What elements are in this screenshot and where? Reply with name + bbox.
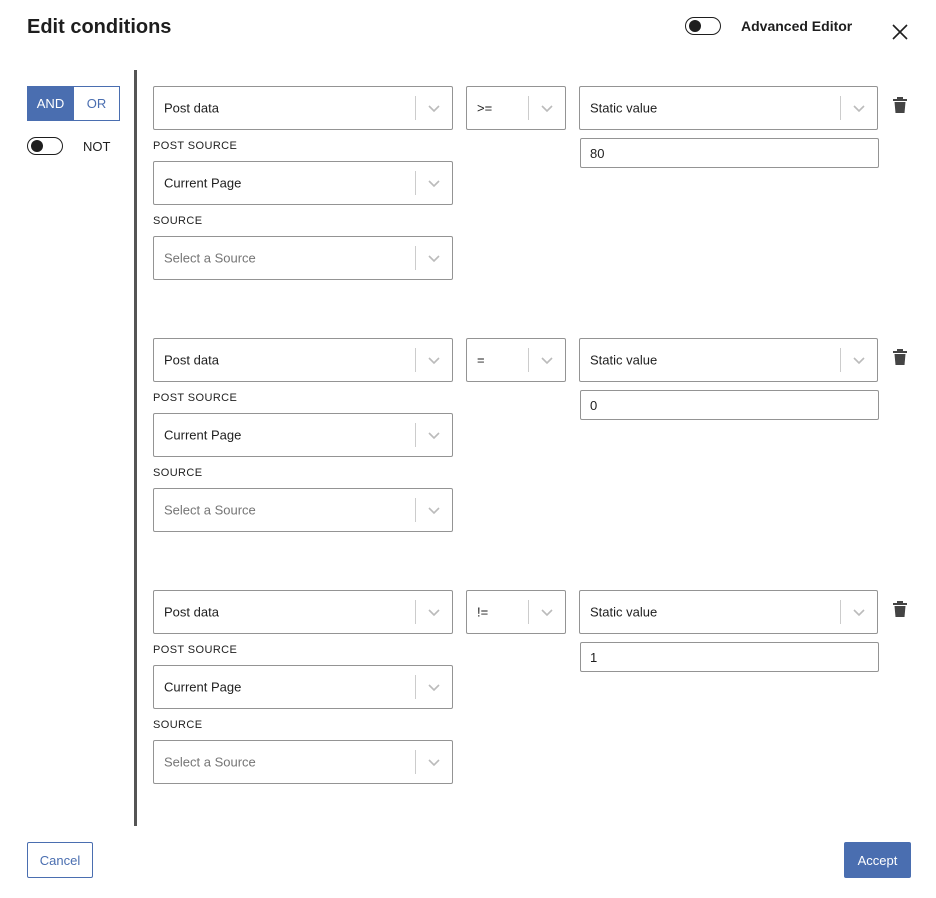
advanced-editor-toggle[interactable] — [685, 17, 721, 35]
condition-group-divider — [134, 70, 137, 826]
chevron-down-icon — [428, 105, 440, 113]
post-source-label: POST SOURCE — [153, 392, 238, 404]
select-separator — [415, 96, 416, 120]
trash-icon — [893, 349, 907, 365]
chevron-down-icon — [428, 759, 440, 767]
post-source-select[interactable]: Current Page — [153, 413, 453, 457]
chevron-down-icon — [853, 609, 865, 617]
not-toggle[interactable] — [27, 137, 63, 155]
chevron-down-icon — [541, 357, 553, 365]
condition-value-input[interactable] — [580, 138, 879, 168]
select-value: Post data — [164, 100, 219, 116]
chevron-down-icon — [541, 609, 553, 617]
advanced-editor-label: Advanced Editor — [741, 18, 853, 34]
toggle-knob — [689, 20, 701, 32]
select-value: Static value — [590, 100, 658, 116]
condition-operator-select[interactable]: >= — [466, 86, 566, 130]
select-separator — [415, 498, 416, 522]
select-separator — [415, 423, 416, 447]
source-label: SOURCE — [153, 215, 203, 227]
select-value: = — [477, 352, 485, 368]
select-value: != — [477, 604, 489, 620]
post-source-label: POST SOURCE — [153, 140, 238, 152]
select-separator — [840, 600, 841, 624]
select-separator — [415, 171, 416, 195]
select-value: Current Page — [164, 175, 242, 191]
select-separator — [840, 96, 841, 120]
select-value: >= — [477, 100, 493, 116]
post-source-select[interactable]: Current Page — [153, 665, 453, 709]
select-value: Current Page — [164, 427, 242, 443]
condition-operator-select[interactable]: = — [466, 338, 566, 382]
chevron-down-icon — [541, 105, 553, 113]
cancel-button[interactable]: Cancel — [27, 842, 93, 878]
source-label: SOURCE — [153, 467, 203, 479]
select-placeholder: Select a Source — [164, 502, 256, 518]
source-label: SOURCE — [153, 719, 203, 731]
select-separator — [840, 348, 841, 372]
dialog-title: Edit conditions — [27, 16, 172, 38]
select-placeholder: Select a Source — [164, 754, 256, 770]
select-value: Post data — [164, 352, 219, 368]
post-source-select[interactable]: Current Page — [153, 161, 453, 205]
select-value: Current Page — [164, 679, 242, 695]
select-separator — [415, 348, 416, 372]
condition-field-select[interactable]: Post data — [153, 590, 453, 634]
chevron-down-icon — [428, 507, 440, 515]
select-separator — [415, 600, 416, 624]
chevron-down-icon — [853, 357, 865, 365]
delete-condition-button[interactable] — [892, 96, 908, 114]
trash-icon — [893, 601, 907, 617]
or-button[interactable]: OR — [74, 86, 120, 121]
source-select[interactable]: Select a Source — [153, 236, 453, 280]
select-separator — [528, 348, 529, 372]
condition-value-input[interactable] — [580, 390, 879, 420]
not-label: NOT — [83, 139, 111, 154]
trash-icon — [893, 97, 907, 113]
source-select[interactable]: Select a Source — [153, 740, 453, 784]
condition-field-select[interactable]: Post data — [153, 338, 453, 382]
condition-value-type-select[interactable]: Static value — [579, 86, 878, 130]
toggle-knob — [31, 140, 43, 152]
chevron-down-icon — [428, 684, 440, 692]
select-value: Post data — [164, 604, 219, 620]
chevron-down-icon — [428, 357, 440, 365]
logic-operator-group: AND OR — [27, 86, 120, 121]
chevron-down-icon — [853, 105, 865, 113]
condition-value-type-select[interactable]: Static value — [579, 590, 878, 634]
condition-field-select[interactable]: Post data — [153, 86, 453, 130]
and-button[interactable]: AND — [27, 86, 74, 121]
condition-operator-select[interactable]: != — [466, 590, 566, 634]
chevron-down-icon — [428, 432, 440, 440]
select-separator — [528, 96, 529, 120]
chevron-down-icon — [428, 609, 440, 617]
source-select[interactable]: Select a Source — [153, 488, 453, 532]
delete-condition-button[interactable] — [892, 600, 908, 618]
select-value: Static value — [590, 604, 658, 620]
select-separator — [415, 750, 416, 774]
close-icon — [892, 24, 908, 40]
delete-condition-button[interactable] — [892, 348, 908, 366]
select-separator — [415, 675, 416, 699]
close-button[interactable] — [888, 20, 912, 44]
post-source-label: POST SOURCE — [153, 644, 238, 656]
select-separator — [528, 600, 529, 624]
chevron-down-icon — [428, 180, 440, 188]
condition-value-input[interactable] — [580, 642, 879, 672]
select-value: Static value — [590, 352, 658, 368]
select-separator — [415, 246, 416, 270]
accept-button[interactable]: Accept — [844, 842, 911, 878]
select-placeholder: Select a Source — [164, 250, 256, 266]
chevron-down-icon — [428, 255, 440, 263]
condition-value-type-select[interactable]: Static value — [579, 338, 878, 382]
